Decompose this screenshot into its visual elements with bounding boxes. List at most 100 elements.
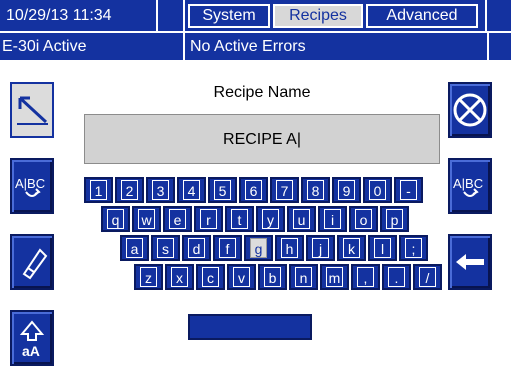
key-label: 6 xyxy=(245,180,262,200)
cancel-edit-button[interactable] xyxy=(10,82,54,138)
spell-case-toggle-icon: A|BC xyxy=(15,176,45,197)
key-4-7[interactable]: m xyxy=(320,264,349,290)
key-2-8[interactable]: i xyxy=(318,206,347,232)
key-label: / xyxy=(419,267,436,287)
key-label: 8 xyxy=(307,180,324,200)
key-label: 9 xyxy=(338,180,355,200)
eraser-button[interactable] xyxy=(10,234,54,290)
key-4-4[interactable]: v xyxy=(227,264,256,290)
key-1-4[interactable]: 4 xyxy=(177,177,206,203)
key-4-3[interactable]: c xyxy=(196,264,225,290)
key-label: a xyxy=(126,238,143,258)
key-4-5[interactable]: b xyxy=(258,264,287,290)
key-3-9[interactable]: l xyxy=(368,235,397,261)
key-3-5[interactable]: g xyxy=(244,235,273,261)
backspace-button[interactable] xyxy=(448,234,492,290)
key-2-2[interactable]: w xyxy=(132,206,161,232)
key-label: z xyxy=(140,267,157,287)
key-label: 1 xyxy=(90,180,107,200)
key-3-1[interactable]: a xyxy=(120,235,149,261)
key-label: i xyxy=(324,209,341,229)
tab-system[interactable]: System xyxy=(188,4,270,28)
key-label: g xyxy=(250,238,267,258)
key-2-5[interactable]: t xyxy=(225,206,254,232)
key-label: . xyxy=(388,267,405,287)
key-1-9[interactable]: 9 xyxy=(332,177,361,203)
key-label: r xyxy=(200,209,217,229)
key-4-1[interactable]: z xyxy=(134,264,163,290)
key-2-9[interactable]: o xyxy=(349,206,378,232)
key-label: - xyxy=(400,180,417,200)
key-4-8[interactable]: , xyxy=(351,264,380,290)
key-1-5[interactable]: 5 xyxy=(208,177,237,203)
key-label: 4 xyxy=(183,180,200,200)
cancel-edit-icon xyxy=(17,96,48,125)
key-3-6[interactable]: h xyxy=(275,235,304,261)
key-label: o xyxy=(355,209,372,229)
error-status: No Active Errors xyxy=(190,38,306,55)
key-label: 0 xyxy=(369,180,386,200)
field-caption: Recipe Name xyxy=(213,84,311,101)
key-1-3[interactable]: 3 xyxy=(146,177,175,203)
key-label: 5 xyxy=(214,180,231,200)
key-4-9[interactable]: . xyxy=(382,264,411,290)
key-label: v xyxy=(233,267,250,287)
key-3-2[interactable]: s xyxy=(151,235,180,261)
key-2-3[interactable]: e xyxy=(163,206,192,232)
key-label: y xyxy=(262,209,279,229)
key-label: c xyxy=(202,267,219,287)
key-label: d xyxy=(188,238,205,258)
key-label: 7 xyxy=(276,180,293,200)
key-2-10[interactable]: p xyxy=(380,206,409,232)
key-1-1[interactable]: 1 xyxy=(84,177,113,203)
svg-text:aA: aA xyxy=(22,343,40,359)
key-label: 2 xyxy=(121,180,138,200)
key-4-6[interactable]: n xyxy=(289,264,318,290)
key-4-2[interactable]: x xyxy=(165,264,194,290)
key-2-4[interactable]: r xyxy=(194,206,223,232)
key-1-10[interactable]: 0 xyxy=(363,177,392,203)
key-label: l xyxy=(374,238,391,258)
clear-field-button[interactable] xyxy=(448,82,492,138)
svg-text:A|BC: A|BC xyxy=(15,176,45,191)
key-1-11[interactable]: - xyxy=(394,177,423,203)
key-label: n xyxy=(295,267,312,287)
key-label: 3 xyxy=(152,180,169,200)
shift-case-button[interactable]: aA xyxy=(10,310,54,366)
key-3-7[interactable]: j xyxy=(306,235,335,261)
spell-toggle-button-left[interactable]: A|BC xyxy=(10,158,54,214)
key-label: p xyxy=(386,209,403,229)
key-3-8[interactable]: k xyxy=(337,235,366,261)
key-label: m xyxy=(326,267,343,287)
spell-case-toggle-icon: A|BC xyxy=(453,176,483,197)
key-4-10[interactable]: / xyxy=(413,264,442,290)
backspace-arrow-icon xyxy=(456,254,484,270)
key-label: q xyxy=(107,209,124,229)
key-3-4[interactable]: f xyxy=(213,235,242,261)
key-2-1[interactable]: q xyxy=(101,206,130,232)
space-key[interactable] xyxy=(188,314,312,340)
key-1-8[interactable]: 8 xyxy=(301,177,330,203)
key-3-10[interactable]: ; xyxy=(399,235,428,261)
key-3-3[interactable]: d xyxy=(182,235,211,261)
tab-recipes[interactable]: Recipes xyxy=(273,4,363,28)
key-1-2[interactable]: 2 xyxy=(115,177,144,203)
key-1-7[interactable]: 7 xyxy=(270,177,299,203)
key-label: ; xyxy=(405,238,422,258)
shift-case-icon: aA xyxy=(19,320,45,359)
datetime-readout: 10/29/13 11:34 xyxy=(6,7,112,24)
key-label: h xyxy=(281,238,298,258)
svg-text:A|BC: A|BC xyxy=(453,176,483,191)
key-label: w xyxy=(138,209,155,229)
key-label: t xyxy=(231,209,248,229)
tab-advanced[interactable]: Advanced xyxy=(366,4,478,28)
key-label: k xyxy=(343,238,360,258)
key-2-7[interactable]: u xyxy=(287,206,316,232)
eraser-icon xyxy=(22,248,48,280)
key-1-6[interactable]: 6 xyxy=(239,177,268,203)
spell-toggle-button-right[interactable]: A|BC xyxy=(448,158,492,214)
key-label: , xyxy=(357,267,374,287)
status-mode: E-30i Active xyxy=(2,38,87,55)
key-2-6[interactable]: y xyxy=(256,206,285,232)
recipe-name-input[interactable]: RECIPE A| xyxy=(84,114,440,164)
